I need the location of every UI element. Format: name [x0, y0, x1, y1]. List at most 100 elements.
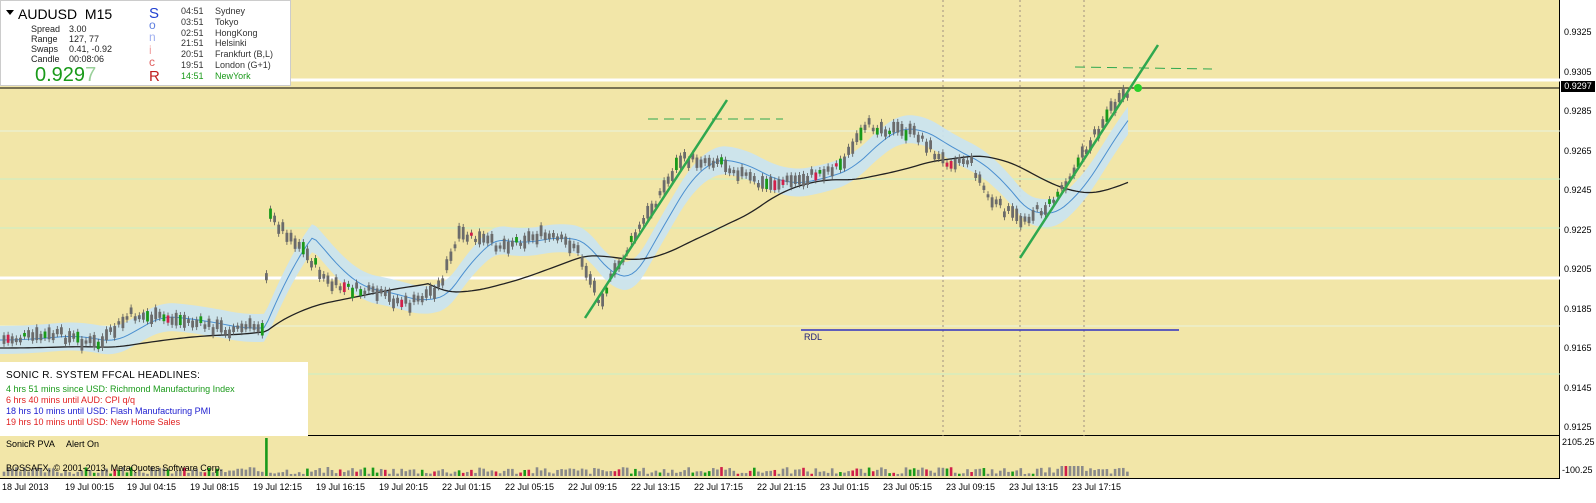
- volume-bar: [781, 468, 785, 476]
- candle-body: [1015, 208, 1019, 221]
- symbol-info-panel: AUDUSD M15 Spread 3.00 Range 127, 77 Swa…: [0, 0, 291, 86]
- volume-bar: [384, 469, 387, 476]
- volume-bar: [584, 469, 588, 476]
- volume-bar: [933, 472, 936, 476]
- volume-bar: [404, 471, 408, 476]
- candle-body: [515, 237, 518, 243]
- volume-indicator-window[interactable]: SonicR PVA Alert On BOSSAFX, © 2001-2013…: [0, 436, 1560, 479]
- indicator-name: SonicR PVA: [6, 439, 55, 449]
- volume-bar: [371, 467, 375, 476]
- candle-body: [826, 166, 830, 172]
- candle-body: [576, 245, 580, 253]
- volume-bar: [466, 471, 469, 476]
- headline-item[interactable]: 6 hrs 40 mins until AUD: CPI q/q: [6, 395, 135, 405]
- time-tick-label: 23 Jul 17:15: [1072, 482, 1122, 492]
- collapse-triangle-icon[interactable]: [6, 10, 14, 15]
- candle-body: [1035, 205, 1039, 210]
- candle-body: [892, 121, 896, 133]
- candle-body: [27, 330, 30, 338]
- volume-bar: [388, 473, 391, 476]
- headline-item[interactable]: 19 hrs 10 mins until USD: New Home Sales: [6, 417, 180, 427]
- indicator-axis-top: 2105.25: [1562, 437, 1595, 447]
- candle-body: [748, 172, 752, 181]
- volume-bar: [375, 472, 379, 476]
- candle-body: [966, 160, 969, 165]
- volume-bar: [322, 472, 326, 476]
- spread-label: Spread: [31, 24, 61, 34]
- volume-bar: [892, 472, 895, 476]
- candle-body: [781, 179, 785, 185]
- volume-bar: [917, 469, 920, 476]
- candle-body: [43, 331, 47, 339]
- candle-body: [978, 174, 982, 183]
- candle-body: [68, 331, 71, 343]
- candle-body: [240, 323, 244, 333]
- volume-bar: [707, 471, 711, 476]
- candle-body: [1056, 191, 1060, 197]
- volume-bar: [814, 468, 818, 476]
- time-tick-label: 19 Jul 12:15: [253, 482, 303, 492]
- candle-body: [830, 167, 834, 177]
- candle-body: [429, 285, 432, 296]
- volume-bar: [941, 467, 945, 476]
- candle-body: [1109, 101, 1113, 111]
- candle-body: [880, 121, 883, 134]
- volume-bar: [691, 472, 695, 476]
- session-time: 19:51: [181, 60, 204, 70]
- session-time: 21:51: [181, 38, 204, 49]
- time-axis[interactable]: 18 Jul 2013 19 Jul 00:15 19 Jul 04:15 19 Ju…: [0, 479, 1560, 503]
- candle-body: [404, 295, 408, 304]
- candle-body: [174, 312, 178, 326]
- volume-bar: [884, 469, 887, 476]
- candle-body: [793, 175, 797, 184]
- volume-bar: [863, 472, 867, 476]
- volume-bar: [306, 468, 309, 476]
- session-time: 14:51: [181, 70, 204, 81]
- volume-bar: [1027, 473, 1031, 476]
- volume-bar: [646, 473, 649, 476]
- candle-body: [670, 171, 674, 182]
- volume-bar: [699, 471, 703, 476]
- volume-bar: [1048, 467, 1051, 476]
- candle-body: [511, 240, 514, 247]
- candle-body: [519, 242, 522, 246]
- volume-bar: [359, 469, 362, 476]
- candle-body: [982, 185, 986, 190]
- volume-bar: [802, 467, 805, 476]
- volume-bar: [687, 467, 690, 476]
- volume-bar: [1126, 471, 1129, 476]
- headline-item[interactable]: 18 hrs 10 mins until USD: Flash Manufact…: [6, 406, 211, 416]
- candle-body: [314, 258, 317, 265]
- volume-bar: [1031, 473, 1035, 476]
- volume-bar: [1019, 468, 1023, 476]
- volume-bar: [982, 468, 986, 476]
- volume-bar: [806, 471, 809, 476]
- time-tick-label: 22 Jul 13:15: [631, 482, 681, 492]
- candle-body: [720, 157, 723, 165]
- candle-body: [1027, 216, 1031, 224]
- volume-bar: [1117, 468, 1121, 476]
- candle-body: [187, 319, 190, 323]
- candle-body: [601, 293, 604, 307]
- volume-bar: [999, 470, 1002, 476]
- volume-bar: [109, 473, 112, 476]
- candle-body: [437, 280, 440, 288]
- spread-value: 3.00: [69, 24, 87, 34]
- candle-body: [527, 231, 531, 242]
- volume-bar: [347, 470, 350, 476]
- volume-bar: [1064, 466, 1068, 476]
- volume-bar: [334, 473, 338, 476]
- volume-bar: [531, 473, 535, 476]
- price-axis[interactable]: 0.9325 0.9305 0.9285 0.9265 0.9245 0.9225 0.92…: [1560, 0, 1596, 503]
- volume-bar: [1085, 470, 1088, 476]
- candle-body: [326, 275, 330, 284]
- candle-body: [215, 319, 219, 330]
- volume-bar: [724, 469, 727, 476]
- volume-bar: [343, 471, 346, 476]
- volume-bar: [970, 472, 973, 476]
- volume-bar: [2, 471, 6, 476]
- headline-item[interactable]: 4 hrs 51 mins since USD: Richmond Manufa…: [6, 384, 235, 394]
- volume-bar: [630, 473, 633, 476]
- volume-bar: [1052, 472, 1055, 476]
- volume-bar: [773, 469, 777, 476]
